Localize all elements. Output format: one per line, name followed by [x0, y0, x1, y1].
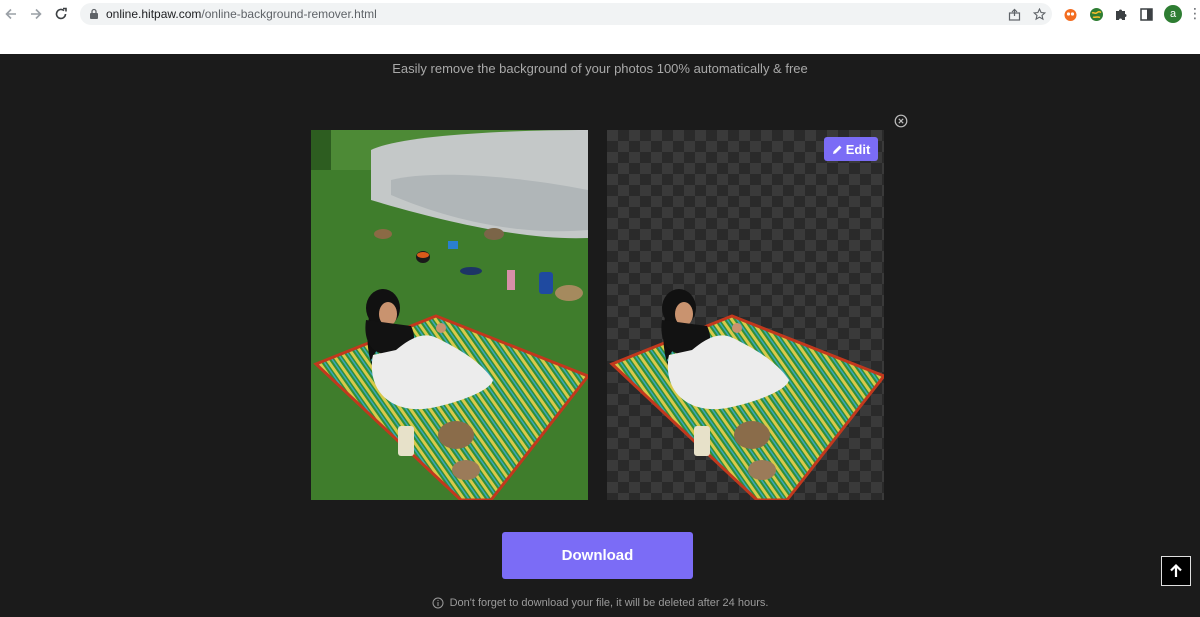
deletion-notice: Don't forget to download your file, it w… [0, 597, 1200, 609]
share-icon [1008, 8, 1020, 21]
side-panel-icon [1139, 7, 1153, 21]
address-bar[interactable]: online.hitpaw.com/online-background-remo… [80, 3, 1052, 25]
download-button-label: Download [561, 547, 634, 564]
extension-globe[interactable] [1087, 5, 1105, 23]
deletion-notice-text: Don't forget to download your file, it w… [449, 597, 769, 609]
share-button[interactable] [1006, 6, 1022, 22]
page-tagline: Easily remove the background of your pho… [392, 61, 808, 76]
url-domain: online.hitpaw.com [106, 7, 202, 21]
extension-hitpaw[interactable] [1061, 5, 1079, 23]
arrow-right-icon [31, 8, 42, 20]
arrow-left-icon [5, 8, 16, 20]
kebab-menu-icon[interactable]: ⋮ [1188, 6, 1200, 20]
back-button[interactable] [0, 3, 22, 25]
bookmark-button[interactable] [1031, 6, 1047, 22]
puzzle-icon [1116, 9, 1127, 20]
edit-button-label: Edit [845, 141, 871, 157]
reload-button[interactable] [50, 3, 72, 25]
profile-avatar[interactable]: a [1164, 5, 1182, 23]
original-photo [311, 130, 588, 500]
forward-button[interactable] [25, 3, 47, 25]
result-preview-image [609, 289, 884, 500]
globe-extension-icon [1089, 7, 1103, 21]
edit-button[interactable]: Edit [824, 137, 878, 161]
result-preview [607, 130, 884, 500]
close-circle-icon[interactable] [894, 114, 908, 128]
pencil-icon [832, 145, 842, 154]
download-button[interactable]: Download [502, 532, 693, 579]
browser-chrome: online.hitpaw.com/online-background-remo… [0, 0, 1200, 54]
url-text: online.hitpaw.com/online-background-remo… [106, 7, 377, 21]
side-panel-button[interactable] [1137, 5, 1155, 23]
back-to-top-button[interactable] [1161, 556, 1191, 586]
star-icon [1032, 7, 1046, 20]
reload-icon [55, 7, 67, 20]
hitpaw-extension-icon [1064, 8, 1076, 21]
lock-icon [90, 8, 98, 19]
extensions-button[interactable] [1112, 5, 1130, 23]
original-photo-image [311, 130, 588, 500]
info-icon [432, 597, 444, 609]
url-path: /online-background-remover.html [201, 7, 377, 21]
arrow-up-icon [1170, 563, 1182, 577]
